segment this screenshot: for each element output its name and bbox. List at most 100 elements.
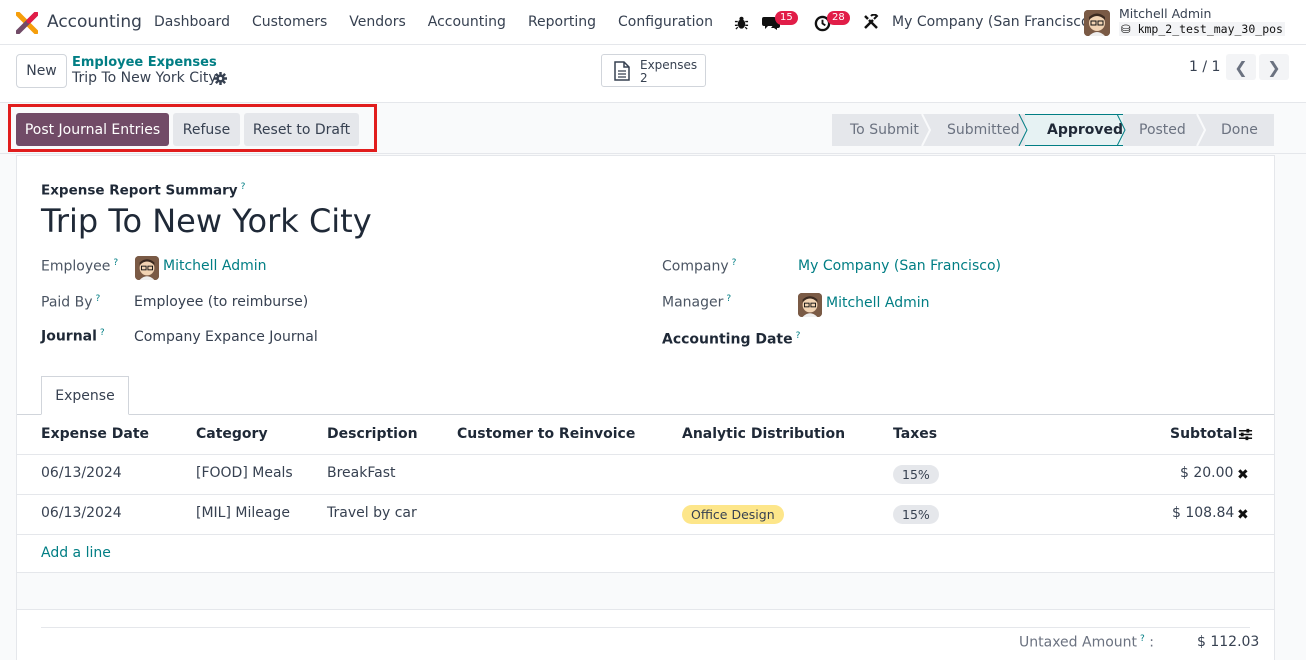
totals-divider — [41, 627, 1250, 628]
stage-submitted[interactable]: Submitted — [928, 114, 1025, 146]
delete-row-icon[interactable]: ✖ — [1237, 467, 1249, 483]
analytic-tag: Office Design — [682, 505, 784, 524]
row-subtotal: $ 108.84 — [1172, 505, 1235, 521]
col-expense-date[interactable]: Expense Date — [41, 426, 149, 442]
database-icon: ⛁ — [1121, 22, 1131, 36]
menu-dashboard[interactable]: Dashboard — [154, 14, 230, 30]
table-footer — [17, 573, 1274, 610]
smart-button-title: Expenses — [640, 58, 698, 72]
gear-icon[interactable] — [214, 72, 227, 85]
expenses-smart-button[interactable]: Expenses 2 — [601, 54, 706, 87]
col-customer-reinvoice[interactable]: Customer to Reinvoice — [457, 426, 635, 442]
manager-avatar — [798, 293, 822, 317]
row-subtotal: $ 20.00 — [1180, 465, 1234, 481]
accounting-app-icon[interactable] — [16, 12, 38, 34]
pager-value[interactable]: 1 / 1 — [1189, 59, 1220, 75]
help-icon[interactable]: ? — [241, 182, 246, 192]
debug-tools-icon[interactable] — [863, 14, 879, 30]
journal-label-text: Journal — [41, 328, 97, 345]
accounting-date-label-text: Accounting Date — [662, 331, 793, 348]
database-name-text: kmp_2_test_may_30_pos — [1137, 22, 1283, 36]
menu-vendors[interactable]: Vendors — [349, 14, 405, 30]
paid-by-label-text: Paid By — [41, 294, 93, 311]
tab-expense[interactable]: Expense — [41, 376, 129, 415]
menu-configuration[interactable]: Configuration — [618, 14, 713, 30]
row-category: [FOOD] Meals — [196, 465, 293, 481]
employee-label: Employee? — [41, 258, 118, 275]
summary-label-text: Expense Report Summary — [41, 182, 238, 199]
form-sheet: Expense Report Summary? Trip To New York… — [16, 155, 1275, 660]
menu-accounting[interactable]: Accounting — [428, 14, 506, 30]
paid-by-field[interactable]: Employee (to reimburse) — [134, 294, 308, 310]
help-icon[interactable]: ? — [796, 331, 801, 341]
row-category: [MIL] Mileage — [196, 505, 290, 521]
breadcrumb-current: Trip To New York City — [72, 70, 217, 86]
avatar-face-icon — [135, 256, 159, 280]
messages-count-badge: 15 — [775, 11, 798, 25]
status-stages: To Submit Submitted Approved Posted Done — [832, 114, 1274, 146]
untaxed-amount-label: Untaxed Amount? : — [1019, 634, 1154, 651]
help-icon[interactable]: ? — [726, 294, 731, 304]
bug-icon[interactable] — [734, 15, 749, 30]
company-switcher[interactable]: My Company (San Francisco) — [892, 14, 1095, 30]
help-icon[interactable]: ? — [1140, 634, 1145, 644]
highlight-box — [8, 104, 377, 152]
stage-posted[interactable]: Posted — [1123, 114, 1203, 146]
help-icon[interactable]: ? — [96, 294, 101, 304]
employee-field[interactable]: Mitchell Admin — [163, 258, 267, 274]
status-bar: Post Journal Entries Refuse Reset to Dra… — [0, 104, 1306, 154]
employee-avatar — [135, 256, 159, 280]
menu-customers[interactable]: Customers — [252, 14, 327, 30]
row-description: BreakFast — [327, 465, 396, 481]
stage-to-submit[interactable]: To Submit — [832, 114, 928, 146]
pager-previous-button[interactable]: ❮ — [1226, 54, 1256, 80]
smart-button-count: 2 — [640, 71, 648, 85]
table-row[interactable]: 06/13/2024 [MIL] Mileage Travel by car O… — [17, 495, 1274, 535]
stage-approved[interactable]: Approved — [1025, 114, 1123, 146]
help-icon[interactable]: ? — [113, 258, 118, 268]
chevron-right-icon: ❯ — [1267, 57, 1281, 77]
col-category[interactable]: Category — [196, 426, 268, 442]
breadcrumb-parent[interactable]: Employee Expenses — [72, 55, 217, 70]
chevron-left-icon: ❮ — [1234, 57, 1248, 77]
row-description: Travel by car — [327, 505, 417, 521]
help-icon[interactable]: ? — [732, 258, 737, 268]
delete-row-icon[interactable]: ✖ — [1237, 507, 1249, 523]
col-analytic-distribution[interactable]: Analytic Distribution — [682, 426, 845, 442]
table-row[interactable]: 06/13/2024 [FOOD] Meals BreakFast 15% $ … — [17, 455, 1274, 495]
journal-field[interactable]: Company Expance Journal — [134, 329, 318, 345]
pager-next-button[interactable]: ❯ — [1259, 54, 1289, 80]
column-settings-icon[interactable] — [1238, 427, 1253, 442]
journal-label: Journal? — [41, 328, 105, 345]
activities-count-badge: 28 — [827, 11, 850, 25]
help-icon[interactable]: ? — [100, 328, 105, 338]
company-field[interactable]: My Company (San Francisco) — [798, 258, 1001, 274]
activities-button[interactable]: 28 — [814, 11, 854, 33]
row-date: 06/13/2024 — [41, 505, 122, 521]
avatar-face-icon — [798, 293, 822, 317]
user-name[interactable]: Mitchell Admin — [1119, 6, 1211, 21]
col-subtotal[interactable]: Subtotal — [1170, 426, 1237, 442]
manager-field[interactable]: Mitchell Admin — [826, 295, 930, 311]
menu-reporting[interactable]: Reporting — [528, 14, 596, 30]
user-avatar[interactable] — [1084, 10, 1110, 36]
add-line-link[interactable]: Add a line — [41, 545, 111, 561]
stage-done[interactable]: Done — [1203, 114, 1274, 146]
report-title[interactable]: Trip To New York City — [41, 202, 372, 240]
tax-badge: 15% — [893, 505, 939, 524]
manager-label: Manager? — [662, 294, 731, 311]
untaxed-amount-value: $ 112.03 — [1197, 634, 1260, 650]
paid-by-label: Paid By? — [41, 294, 100, 311]
new-button[interactable]: New — [16, 54, 67, 88]
summary-label: Expense Report Summary? — [41, 182, 245, 199]
untaxed-amount-label-text: Untaxed Amount — [1019, 634, 1138, 651]
col-taxes[interactable]: Taxes — [893, 426, 937, 442]
messages-button[interactable]: 15 — [762, 11, 802, 33]
control-panel: New Employee Expenses Trip To New York C… — [0, 45, 1306, 103]
database-name: ⛁ kmp_2_test_may_30_pos — [1119, 22, 1285, 36]
tax-badge: 15% — [893, 465, 939, 484]
col-description[interactable]: Description — [327, 426, 418, 442]
app-name[interactable]: Accounting — [47, 12, 142, 32]
company-label-text: Company — [662, 258, 729, 275]
main-menu: Dashboard Customers Vendors Accounting R… — [154, 14, 735, 30]
